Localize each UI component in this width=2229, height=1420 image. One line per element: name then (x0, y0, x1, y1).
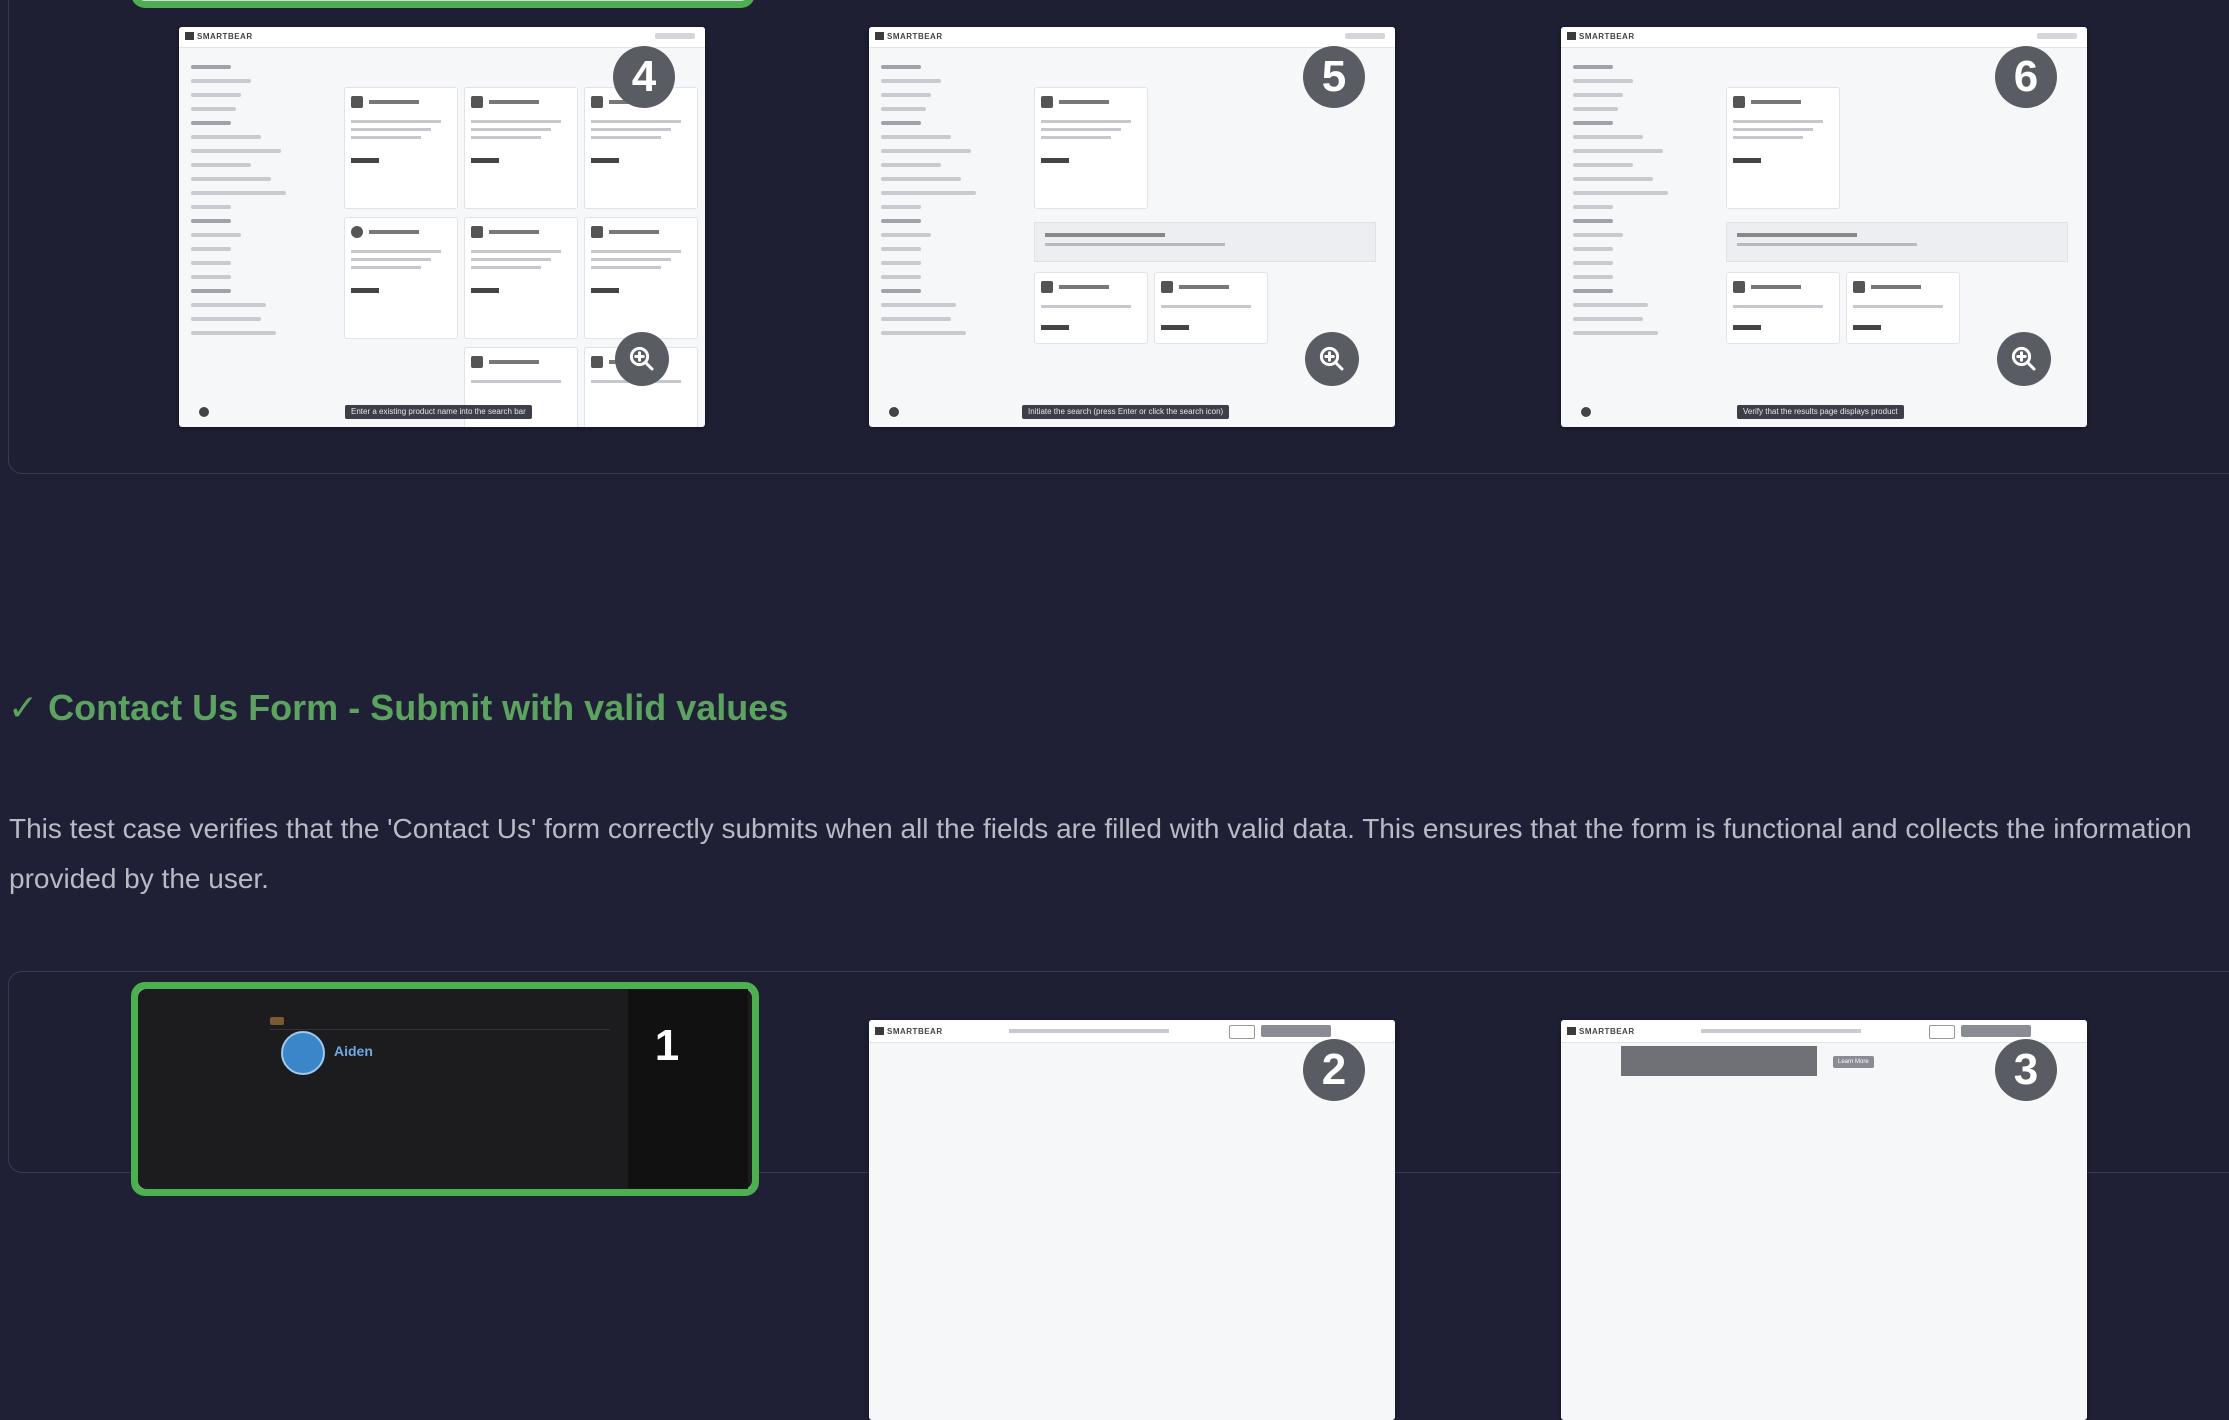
step-screenshot-4[interactable]: SMARTBEAR Enter a existing product name … (179, 27, 705, 427)
step-tooltip: Enter a existing product name into the s… (345, 405, 532, 419)
step-number-badge: 2 (1303, 1039, 1365, 1101)
zoom-in-icon (629, 346, 654, 371)
zoom-in-button[interactable] (1997, 332, 2051, 386)
step-screenshot-1[interactable]: Aiden 1 (131, 982, 759, 1196)
smartbear-logo: SMARTBEAR (875, 1027, 943, 1036)
step-number-badge: 3 (1995, 1039, 2057, 1101)
smartbear-logo: SMARTBEAR (1567, 32, 1635, 41)
step-number-badge: 1 (636, 1015, 698, 1077)
step-tooltip: Verify that the results page displays pr… (1737, 405, 1904, 419)
smartbear-logo: SMARTBEAR (1567, 1027, 1635, 1036)
step-screenshot-5[interactable]: SMARTBEAR Initiate the search (press Ent… (869, 27, 1395, 427)
screenshot-gallery-panel: Aiden 1 SMARTBEAR 2 SMARTBEAR Learn More… (8, 971, 2229, 1420)
step-screenshot-6[interactable]: SMARTBEAR Verify that the results page d… (1561, 27, 2087, 427)
zoom-in-icon (1319, 346, 1344, 371)
step-number-badge: 5 (1303, 46, 1365, 108)
test-case-title-text: Contact Us Form - Submit with valid valu… (48, 687, 789, 728)
step-tooltip: Initiate the search (press Enter or clic… (1022, 405, 1230, 419)
hero-image (1621, 1046, 1817, 1076)
zoom-in-icon (2011, 346, 2036, 371)
zoom-in-button[interactable] (615, 332, 669, 386)
check-mark-icon: ✓ (8, 687, 39, 728)
screenshot-gallery-panel: SMARTBEAR Enter a existing product name … (8, 0, 2229, 474)
step-number-badge: 4 (613, 46, 675, 108)
step-screenshot-3[interactable]: SMARTBEAR Learn More 3 (1561, 1020, 2087, 1420)
smartbear-logo: SMARTBEAR (185, 32, 253, 41)
step-screenshot-2[interactable]: SMARTBEAR 2 (869, 1020, 1395, 1420)
avatar (281, 1031, 325, 1075)
step-number-badge: 6 (1995, 46, 2057, 108)
active-step-frame[interactable] (131, 0, 755, 8)
user-name: Aiden (334, 1043, 373, 1059)
learn-more-button[interactable]: Learn More (1833, 1056, 1874, 1068)
test-case-description: This test case verifies that the 'Contac… (9, 813, 2192, 894)
smartbear-logo: SMARTBEAR (875, 32, 943, 41)
test-case-title: ✓ Contact Us Form - Submit with valid val… (8, 687, 788, 729)
zoom-in-button[interactable] (1305, 332, 1359, 386)
